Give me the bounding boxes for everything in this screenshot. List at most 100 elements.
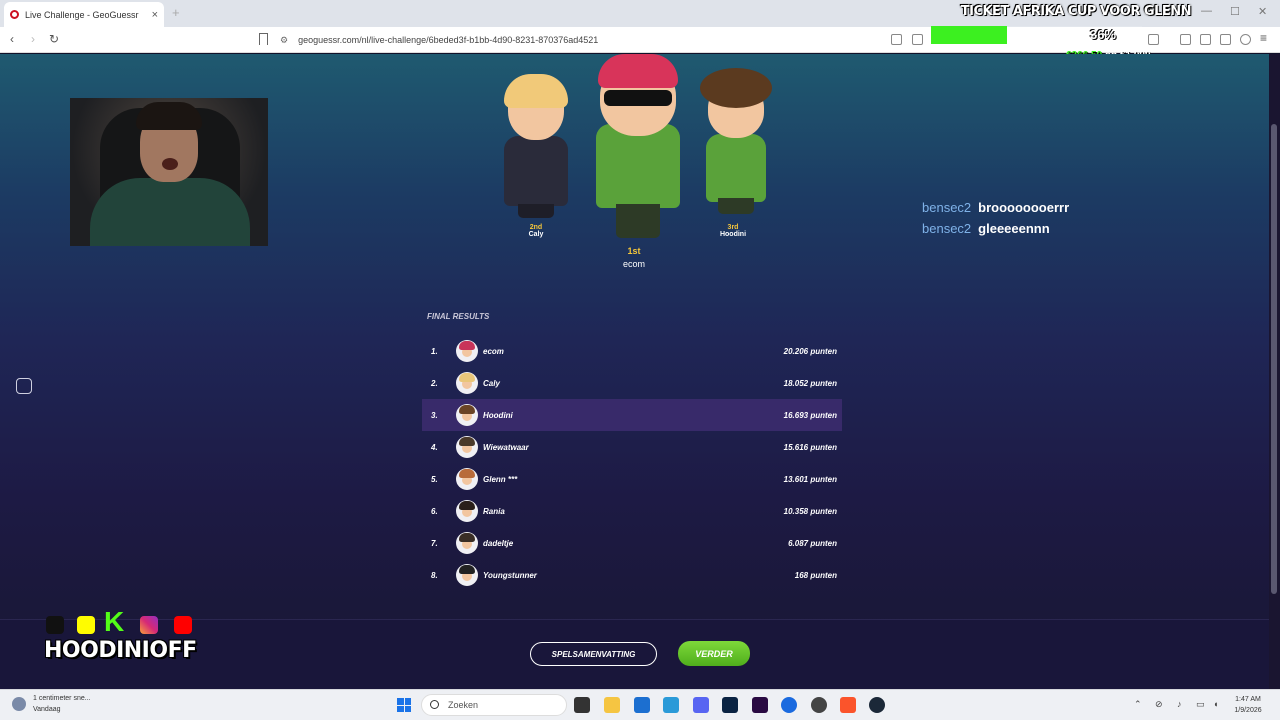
back-icon[interactable]: ‹ <box>10 32 14 46</box>
player-score: 20.206 punten <box>783 346 837 356</box>
browser-tab[interactable]: Live Challenge - GeoGuessr × <box>4 2 164 27</box>
feedback-icon[interactable] <box>16 378 32 394</box>
chat-username: bensec2 <box>922 200 972 215</box>
avatar-hair <box>459 373 475 382</box>
result-rank: 1. <box>431 346 438 356</box>
result-row[interactable]: 6. Rania 10.358 punten <box>422 495 842 527</box>
cast-icon[interactable] <box>912 34 923 45</box>
geoguessr-favicon-icon <box>10 10 19 19</box>
tab-close-icon[interactable]: × <box>152 9 158 21</box>
streamer-mouth <box>162 158 178 170</box>
bookmark-icon[interactable] <box>259 33 268 45</box>
stream-chat: bensec2 broooooooerrr bensec2 gleeeeennn <box>922 200 1069 242</box>
address-bar[interactable]: ⚙ geoguessr.com/nl/live-challenge/6beded… <box>280 31 920 49</box>
sunglasses-icon <box>604 90 672 106</box>
result-row[interactable]: 3. Hoodini 16.693 punten <box>422 399 842 431</box>
podium-avatar-first <box>586 54 690 242</box>
translate-icon[interactable] <box>891 34 902 45</box>
player-avatar-icon <box>456 340 478 362</box>
tray-overflow-icon[interactable]: ⌃ <box>1134 699 1142 710</box>
result-row[interactable]: 5. Glenn *** 13.601 punten <box>422 463 842 495</box>
podium-third-label: 3rd Hoodini <box>706 224 760 238</box>
tiktok-icon <box>46 616 64 634</box>
avatar-hair <box>459 565 475 574</box>
podium-second-label: 2nd Caly <box>510 224 562 238</box>
taskbar-search[interactable]: Zoeken <box>421 694 567 716</box>
premiere-icon[interactable] <box>752 697 768 713</box>
close-window-icon[interactable]: ✕ <box>1258 5 1267 18</box>
result-row[interactable]: 4. Wiewatwaar 15.616 punten <box>422 431 842 463</box>
wallet-icon[interactable] <box>1220 34 1231 45</box>
file-explorer-icon[interactable] <box>604 697 620 713</box>
windows-start-icon[interactable] <box>397 698 411 712</box>
game-page: 2nd Caly 1st ecom 3rd Hoodini bensec2 bro… <box>0 54 1269 689</box>
extension-icon[interactable] <box>1148 34 1159 45</box>
weather-text: 1 centimeter sne... <box>33 695 91 702</box>
podium-second-name: Caly <box>528 231 544 238</box>
steam-icon[interactable] <box>869 697 885 713</box>
avatar-hair <box>700 68 772 108</box>
clock-time: 1:47 AM <box>1235 696 1261 703</box>
maximize-icon[interactable]: ☐ <box>1230 5 1240 18</box>
minimize-icon[interactable]: — <box>1201 5 1212 17</box>
chat-message: bensec2 gleeeeennn <box>922 221 1069 236</box>
task-view-icon[interactable] <box>574 697 590 713</box>
player-score: 10.358 punten <box>783 506 837 516</box>
sidebar-icon[interactable] <box>1180 34 1191 45</box>
display-icon[interactable]: ▭ <box>1196 699 1205 710</box>
network-icon[interactable]: ⊘ <box>1155 699 1163 710</box>
player-avatar-icon <box>456 564 478 586</box>
result-row[interactable]: 1. ecom 20.206 punten <box>422 335 842 367</box>
avatar-body <box>706 134 766 202</box>
chat-username: bensec2 <box>922 221 972 236</box>
next-button[interactable]: VERDER <box>678 641 750 666</box>
youtube-icon <box>174 616 192 634</box>
result-row[interactable]: 8. Youngstunner 168 punten <box>422 559 842 591</box>
volume-icon[interactable]: ◖ <box>1213 699 1218 709</box>
obs-icon[interactable] <box>811 697 827 713</box>
tab-search-icon[interactable] <box>1200 34 1211 45</box>
social-overlay: K HOODINIOFF <box>44 606 214 663</box>
site-info-icon[interactable]: ⚙ <box>280 35 288 46</box>
page-scrollbar[interactable] <box>1269 54 1280 689</box>
arc-browser-icon[interactable] <box>781 697 797 713</box>
taskbar-clock[interactable]: 1:47 AM 1/9/2026 <box>1228 694 1268 716</box>
discord-icon[interactable] <box>693 697 709 713</box>
avatar-body <box>596 124 680 208</box>
player-score: 16.693 punten <box>783 410 837 420</box>
new-tab-icon[interactable]: + <box>172 5 180 20</box>
podium-avatar-third <box>696 68 776 220</box>
player-avatar-icon <box>456 436 478 458</box>
tab-title: Live Challenge - GeoGuessr <box>25 9 139 20</box>
outlook-icon[interactable] <box>663 697 679 713</box>
search-icon <box>430 700 439 709</box>
search-placeholder: Zoeken <box>448 700 479 710</box>
chat-message: bensec2 broooooooerrr <box>922 200 1069 215</box>
player-score: 13.601 punten <box>783 474 837 484</box>
brave-icon[interactable] <box>840 697 856 713</box>
vpn-icon[interactable] <box>1240 34 1251 45</box>
avatar-hair <box>459 341 475 350</box>
avatar-hair <box>504 74 568 108</box>
avatar-hair <box>459 469 475 478</box>
result-row[interactable]: 7. dadeltje 6.087 punten <box>422 527 842 559</box>
menu-icon[interactable]: ≡ <box>1260 31 1267 45</box>
result-rank: 3. <box>431 410 438 420</box>
game-summary-button[interactable]: SPELSAMENVATTING <box>530 642 657 666</box>
player-name: Hoodini <box>483 410 513 420</box>
result-rank: 6. <box>431 506 438 516</box>
forward-icon[interactable]: › <box>31 32 35 46</box>
scrollbar-thumb[interactable] <box>1271 124 1277 594</box>
goal-title: TICKET AFRIKA CUP VOOR GLENN <box>960 4 1192 19</box>
result-row[interactable]: 2. Caly 18.052 punten <box>422 367 842 399</box>
player-name: Wiewatwaar <box>483 442 529 452</box>
avatar-legs <box>518 204 554 218</box>
reload-icon[interactable]: ↻ <box>49 32 59 46</box>
microphone-icon[interactable]: ♪ <box>1177 699 1182 709</box>
final-results: FINAL RESULTS 1. ecom 20.206 punten 2. Caly 1… <box>422 312 842 591</box>
photoshop-icon[interactable] <box>722 697 738 713</box>
snapchat-icon <box>77 616 95 634</box>
store-icon[interactable] <box>634 697 650 713</box>
podium-first-place: 1st <box>627 246 641 256</box>
player-score: 18.052 punten <box>783 378 837 388</box>
